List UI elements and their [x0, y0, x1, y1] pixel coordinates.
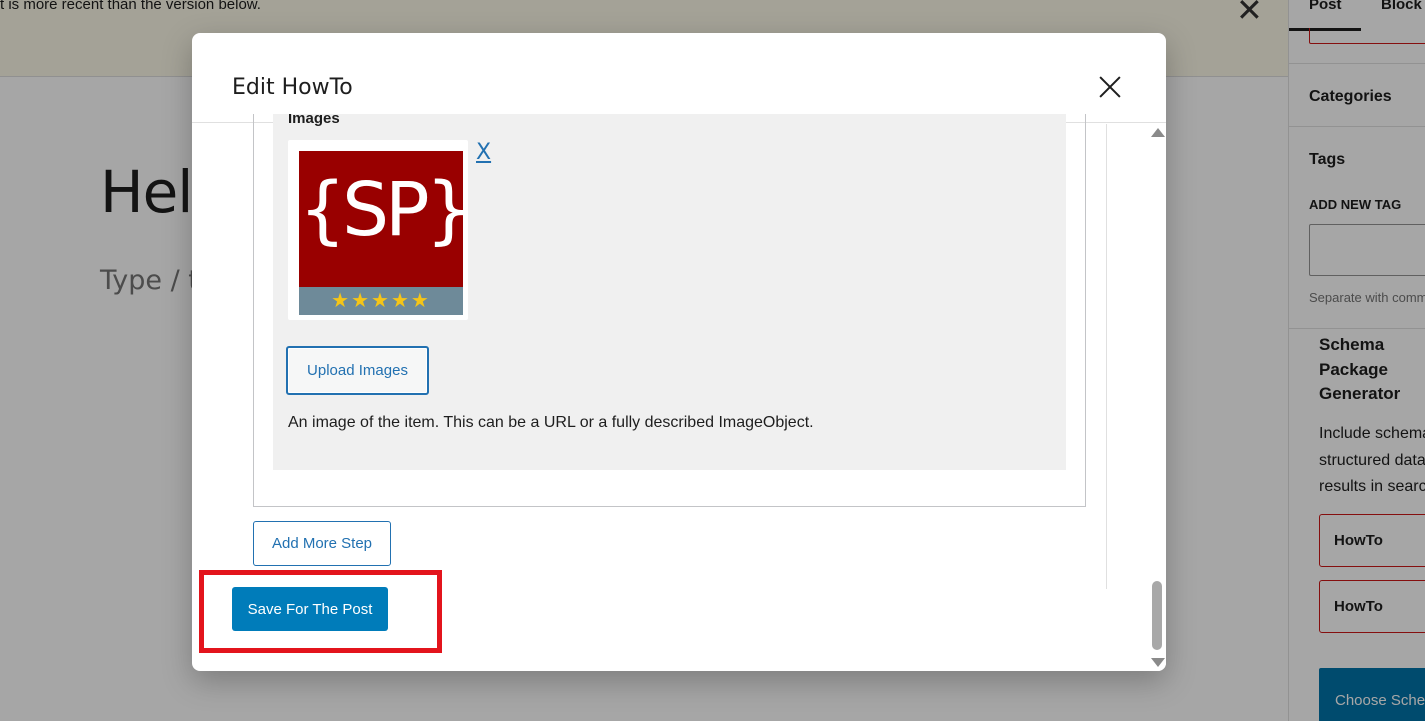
image-thumbnail: {SP} ★★★★★ — [288, 140, 473, 320]
logo-rating-bar: ★★★★★ — [299, 287, 463, 315]
logo-text: {SP} — [299, 167, 473, 253]
save-for-post-button[interactable]: Save For The Post — [232, 587, 388, 631]
logo-background: {SP} — [299, 151, 473, 287]
scroll-down-arrow-icon[interactable] — [1151, 658, 1165, 667]
content-divider — [1106, 124, 1107, 589]
upload-images-button[interactable]: Upload Images — [286, 346, 429, 395]
images-field: Images {SP} ★★★★★ X Upload Images An ima… — [273, 114, 1066, 470]
star-rating-icon: ★★★★★ — [331, 288, 431, 312]
edit-howto-modal: Edit HowTo Images {SP} ★★★★★ X Upload Im… — [192, 33, 1166, 671]
images-label: Images — [288, 114, 340, 127]
close-icon[interactable] — [1096, 73, 1124, 101]
modal-header: Edit HowTo — [192, 33, 1166, 123]
add-more-step-button[interactable]: Add More Step — [253, 521, 391, 566]
modal-scrollbar[interactable] — [1150, 124, 1166, 671]
remove-image-link[interactable]: X — [476, 140, 491, 165]
modal-title: Edit HowTo — [232, 75, 353, 100]
modal-body: Images {SP} ★★★★★ X Upload Images An ima… — [192, 114, 1166, 671]
image-field-description: An image of the item. This can be a URL … — [288, 414, 814, 431]
scroll-thumb[interactable] — [1152, 581, 1162, 650]
scroll-up-arrow-icon[interactable] — [1151, 128, 1165, 137]
sp-logo-image: {SP} ★★★★★ — [299, 151, 473, 315]
